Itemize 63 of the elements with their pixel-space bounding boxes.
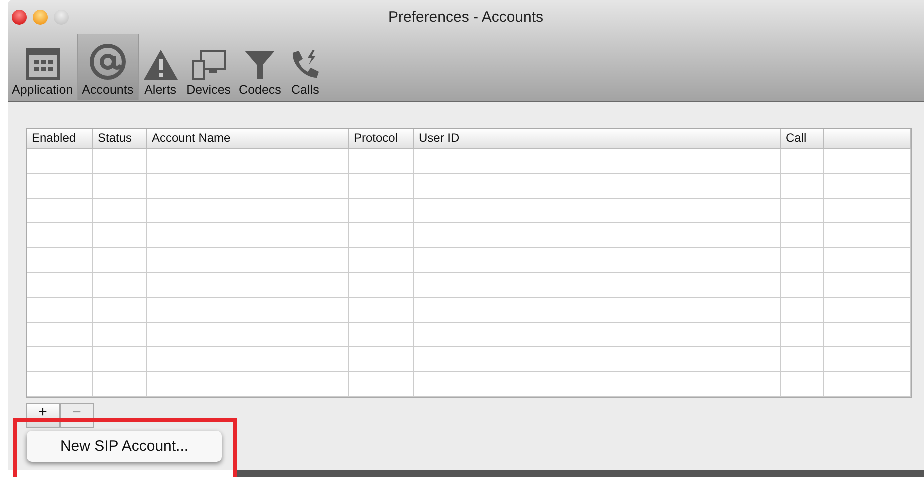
calendar-icon xyxy=(24,47,61,81)
table-cell xyxy=(349,198,414,224)
table-cell xyxy=(93,149,147,174)
table-cell xyxy=(93,347,147,372)
table-cell xyxy=(349,347,414,372)
zoom-button[interactable] xyxy=(54,10,69,24)
warning-icon xyxy=(142,49,179,81)
table-cell xyxy=(93,198,147,224)
table-cell xyxy=(27,174,93,199)
table-cell xyxy=(27,298,93,323)
column-header[interactable]: Status xyxy=(93,129,147,149)
table-cell xyxy=(27,248,93,273)
table-cell xyxy=(27,149,93,174)
table-cell xyxy=(349,223,414,248)
table-cell xyxy=(93,322,147,348)
toolbar-tab[interactable]: Calls xyxy=(285,34,326,100)
table-cell xyxy=(93,298,147,323)
menu-item[interactable]: New SIP Account... xyxy=(60,438,189,455)
table-cell xyxy=(781,198,824,224)
table-cell xyxy=(349,248,414,273)
funnel-icon xyxy=(244,49,276,81)
table-cell xyxy=(781,347,824,372)
devices-icon xyxy=(190,49,227,81)
table-cell xyxy=(93,223,147,248)
toolbar-tab[interactable]: Devices xyxy=(182,34,236,100)
toolbar-tab[interactable]: Application xyxy=(8,34,78,100)
table-cell xyxy=(27,372,93,397)
column-header[interactable]: Account Name xyxy=(147,129,349,149)
table-cell xyxy=(781,372,824,397)
table-cell xyxy=(93,372,147,397)
table-cell xyxy=(781,298,824,323)
table-cell xyxy=(781,248,824,273)
column-header[interactable]: User ID xyxy=(414,129,781,149)
at-sign-icon xyxy=(88,43,128,81)
column-header[interactable]: Enabled xyxy=(27,129,93,149)
table-cell xyxy=(781,272,824,298)
minimize-button[interactable] xyxy=(33,10,48,24)
close-button[interactable] xyxy=(12,10,27,24)
table-cell xyxy=(349,298,414,323)
toolbar-tab[interactable]: Codecs xyxy=(235,34,286,100)
table-cell xyxy=(349,272,414,298)
table-cell xyxy=(781,149,824,174)
table-cell xyxy=(27,322,93,348)
column-header[interactable]: Call xyxy=(781,129,824,149)
table-cell xyxy=(93,248,147,273)
table-cell xyxy=(27,272,93,298)
table-cell xyxy=(349,174,414,199)
table-cell xyxy=(781,174,824,199)
table-cell xyxy=(27,198,93,224)
column-header[interactable]: Protocol xyxy=(349,129,414,149)
table-cell xyxy=(27,347,93,372)
table-cell xyxy=(349,149,414,174)
table-cell xyxy=(93,272,147,298)
column-header[interactable] xyxy=(824,129,911,149)
toolbar-tab[interactable]: Accounts xyxy=(77,34,139,100)
table-cell xyxy=(781,322,824,348)
toolbar-tab[interactable]: Alerts xyxy=(138,34,183,100)
table-cell xyxy=(27,223,93,248)
table-cell xyxy=(349,322,414,348)
table-cell xyxy=(93,174,147,199)
window-title: Preferences - Accounts xyxy=(388,9,544,26)
table-cell xyxy=(781,223,824,248)
table-cell xyxy=(349,372,414,397)
